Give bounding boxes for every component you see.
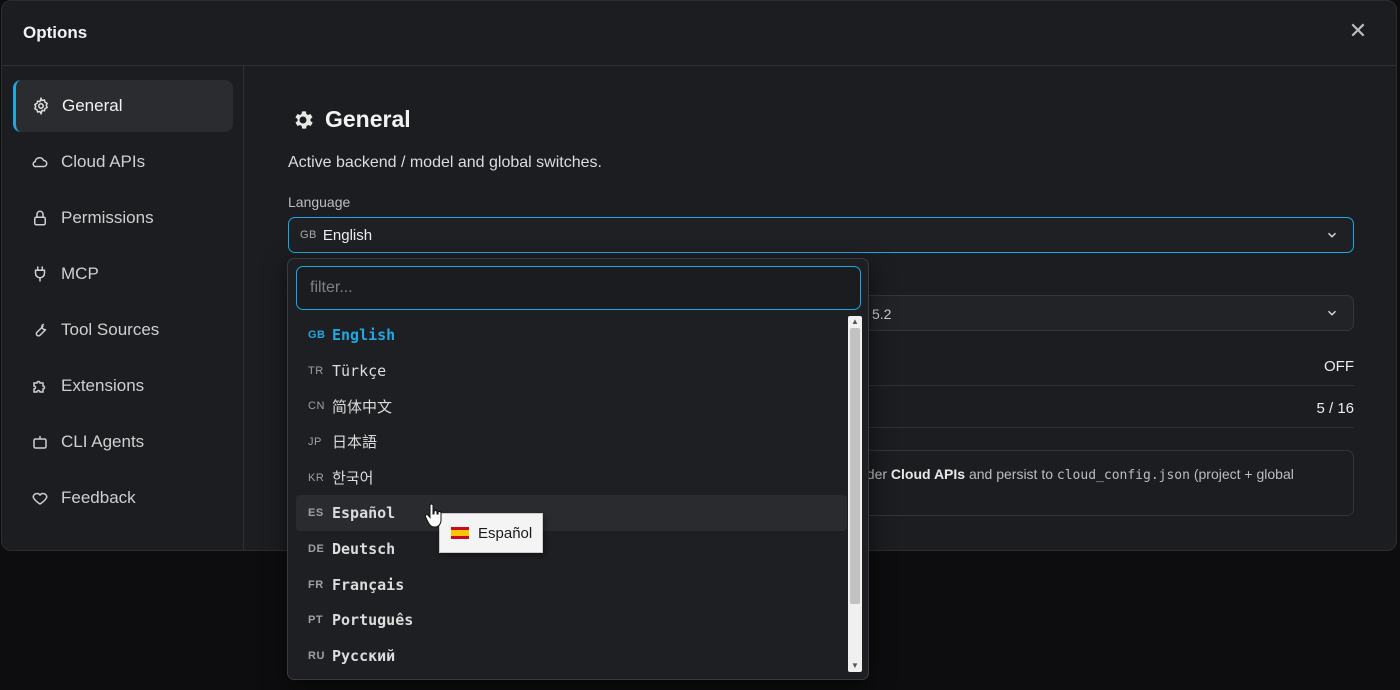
list-item[interactable]: RU Русский: [296, 638, 847, 674]
language-label: Language: [288, 194, 351, 210]
sidebar-item-label: Feedback: [61, 488, 136, 507]
info-text: nder Cloud APIs and persist to cloud_con…: [859, 466, 1294, 483]
heart-icon: [31, 489, 49, 507]
scroll-up-icon[interactable]: ▲: [848, 316, 862, 328]
country-code: ES: [308, 507, 324, 520]
page-title: General: [291, 106, 411, 133]
option-label: 日本語: [332, 433, 378, 452]
list-item[interactable]: TR Türkçe: [296, 353, 847, 389]
list-item[interactable]: PT Português: [296, 603, 847, 639]
sidebar-item-label: CLI Agents: [61, 432, 145, 451]
country-code: DE: [308, 542, 325, 555]
list-item[interactable]: ES Español: [296, 495, 847, 532]
model-select-value: 5.2: [872, 306, 892, 322]
sidebar-item-cloud-apis[interactable]: Cloud APIs: [13, 136, 233, 188]
scrollbar[interactable]: ▲ ▼: [848, 316, 862, 672]
list-item[interactable]: DE Deutsch: [296, 531, 847, 567]
option-label: English: [332, 325, 396, 344]
sidebar-item-general[interactable]: General: [13, 80, 233, 132]
hand-cursor-icon: [424, 503, 442, 528]
dialog-header: Options ✕: [2, 1, 1396, 66]
info-text-filename: cloud_config.json: [1056, 468, 1190, 483]
filter-input[interactable]: [296, 266, 861, 310]
sidebar-item-tool-sources[interactable]: Tool Sources: [13, 304, 233, 356]
country-code: PT: [308, 614, 324, 627]
info-text-bold: Cloud APIs: [890, 466, 966, 482]
info-text-part: and persist to: [965, 466, 1057, 482]
toggle-value[interactable]: OFF: [1324, 358, 1354, 375]
close-icon[interactable]: ✕: [1346, 19, 1370, 43]
list-item[interactable]: GB English: [296, 317, 847, 353]
country-code: RU: [308, 650, 325, 663]
country-code: GB: [300, 229, 317, 241]
sidebar-item-label: MCP: [61, 264, 99, 283]
sidebar-item-label: General: [62, 96, 123, 115]
spain-flag-icon: [451, 527, 469, 539]
option-label: 한국어: [332, 469, 374, 488]
gear-icon: [32, 97, 50, 115]
option-label: Français: [332, 575, 405, 594]
cloud-icon: [31, 153, 49, 171]
tooltip-text: Español: [478, 524, 533, 542]
lock-icon: [31, 209, 49, 227]
country-code: JP: [308, 435, 322, 448]
sidebar-item-permissions[interactable]: Permissions: [13, 192, 233, 244]
tooltip: Español: [439, 513, 543, 553]
scroll-down-icon[interactable]: ▼: [848, 660, 862, 672]
sidebar-item-feedback[interactable]: Feedback: [13, 472, 233, 524]
country-code: FR: [308, 578, 324, 591]
sidebar-item-label: Extensions: [61, 376, 145, 395]
dialog-title: Options: [23, 23, 88, 42]
option-label: Deutsch: [332, 539, 396, 558]
language-select-value: English: [322, 226, 373, 244]
country-code: CN: [308, 400, 325, 413]
dropdown-list: GB English TR Türkçe CN 简体中文 JP 日本語 KR 한국어 ES…: [296, 317, 847, 674]
option-label: Español: [332, 504, 396, 523]
info-text-part: (project + global: [1189, 466, 1294, 482]
list-item[interactable]: CN 简体中文: [296, 388, 847, 424]
count-value: 5 / 16: [1316, 400, 1354, 417]
list-item[interactable]: FR Français: [296, 567, 847, 603]
puzzle-icon: [31, 377, 49, 395]
sidebar-item-label: Tool Sources: [61, 320, 160, 339]
sidebar-item-extensions[interactable]: Extensions: [13, 360, 233, 412]
plug-icon: [31, 265, 49, 283]
sidebar: General Cloud APIs Permissions MCP Tool …: [2, 66, 244, 550]
wrench-icon: [31, 321, 49, 339]
country-code: TR: [308, 364, 324, 377]
sidebar-item-label: Permissions: [61, 208, 154, 227]
option-label: Türkçe: [332, 361, 387, 380]
chevron-down-icon: [1327, 310, 1337, 316]
sidebar-item-mcp[interactable]: MCP: [13, 248, 233, 300]
scrollbar-thumb[interactable]: [850, 328, 860, 604]
page-title-text: General: [325, 106, 411, 132]
option-label: Português: [332, 611, 414, 630]
page-subtitle: Active backend / model and global switch…: [288, 154, 602, 171]
sidebar-item-label: Cloud APIs: [61, 152, 146, 171]
option-label: 简体中文: [332, 397, 393, 416]
language-dropdown: GB English TR Türkçe CN 简体中文 JP 日本語 KR 한국어 ES…: [287, 258, 869, 680]
gear-icon: [295, 110, 313, 129]
language-select[interactable]: GB English: [288, 217, 1354, 253]
list-item[interactable]: KR 한국어: [296, 460, 847, 496]
bot-icon: [31, 433, 49, 451]
list-item[interactable]: JP 日本語: [296, 424, 847, 460]
chevron-down-icon: [1327, 232, 1337, 238]
option-label: Русский: [332, 647, 396, 666]
sidebar-item-cli-agents[interactable]: CLI Agents: [13, 416, 233, 468]
country-code: GB: [308, 328, 326, 341]
country-code: KR: [308, 471, 325, 484]
